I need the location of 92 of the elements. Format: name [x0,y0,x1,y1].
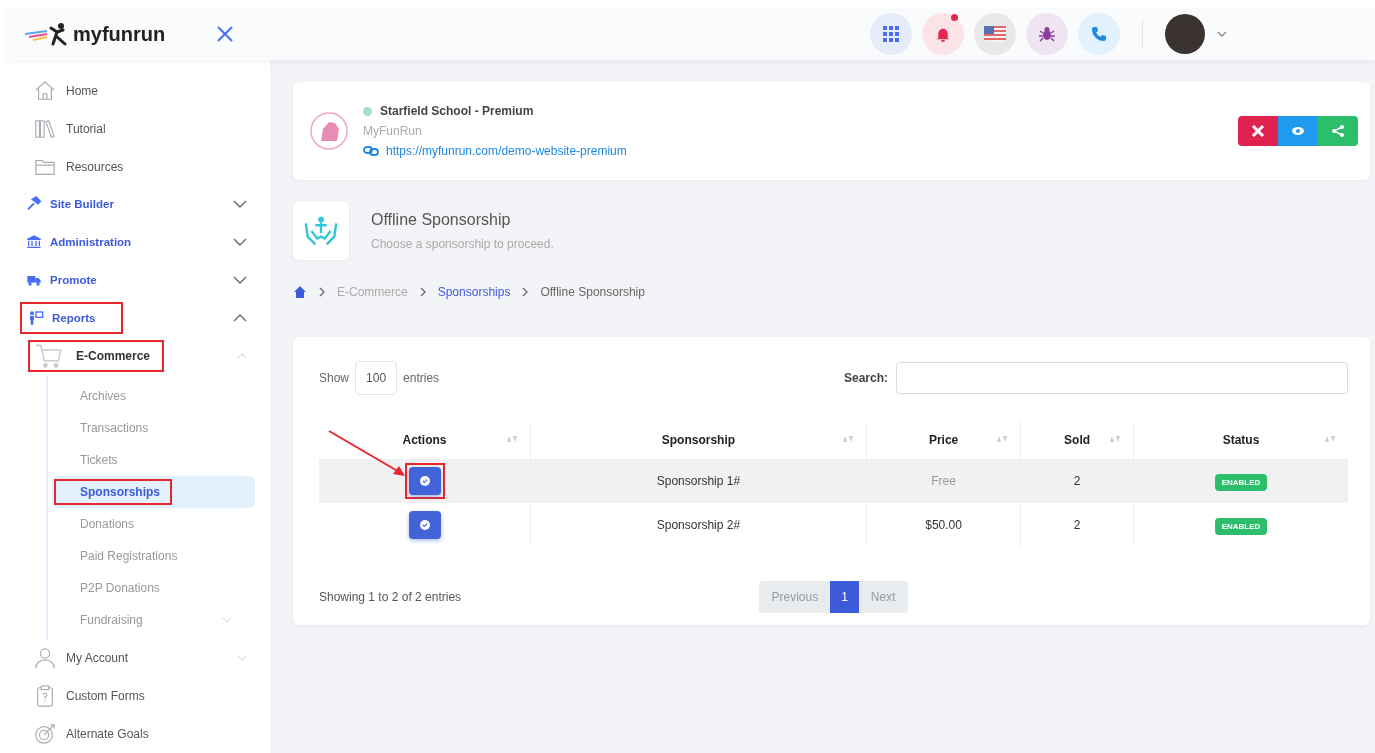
select-button[interactable] [408,511,441,539]
breadcrumb-link[interactable]: Sponsorships [437,285,511,299]
sidebar-subitem[interactable]: Sponsorships [54,478,172,505]
sidebar-item[interactable]: Tutorial [8,109,270,148]
check-circle-icon [419,476,430,486]
chevron-right-icon [419,287,426,297]
chevron-down-icon[interactable] [233,275,247,284]
hammer-icon [26,196,42,213]
eye-icon [1291,124,1305,138]
column-header[interactable]: Actions [319,421,531,459]
sidebar-item[interactable]: Resources [8,147,270,186]
target-icon [34,723,56,746]
website-link[interactable]: https://myfunrun.com/demo-website-premium [386,144,627,158]
page-subtitle: Choose a sponsorship to proceed. [371,237,554,251]
entries-label: entries [403,371,440,385]
table-row[interactable]: Sponsorship 1# Free 2 ENABLED [319,459,1348,503]
table-cell: Free [866,459,1021,503]
profile-menu[interactable] [1165,14,1227,54]
table-row[interactable]: Sponsorship 2# $50.00 2 ENABLED [319,503,1348,547]
sidebar-subitem[interactable]: Paid Registrations [80,548,178,563]
table-cell: $50.00 [866,503,1021,547]
clipboard-icon [34,685,56,708]
avatar [1165,14,1205,54]
apps-button[interactable] [870,13,912,55]
table-cell: 2 [1020,503,1134,547]
chevron-right-icon [522,287,529,297]
phone-button[interactable] [1078,13,1120,55]
breadcrumb-current: Offline Sponsorship [540,285,645,299]
link-icon [363,145,379,157]
sidebar-group-item[interactable]: Administration [8,223,270,262]
sidebar-subitem[interactable]: Tickets [80,452,118,467]
flag-icon [983,26,1007,42]
notifications-button[interactable] [922,13,964,55]
sidebar-subitem[interactable]: P2P Donations [80,580,160,595]
bug-report-button[interactable] [1026,13,1068,55]
person-icon [34,647,56,670]
phone-icon [1091,26,1107,42]
preview-button[interactable] [1278,116,1318,146]
table-cell: 2 [1020,459,1134,503]
sidebar-item[interactable]: Alternate Goals [8,715,270,753]
chevron-up-icon[interactable] [233,313,247,322]
sort-icon [1109,435,1121,443]
table-cell: Sponsorship 2# [530,503,867,547]
sort-icon [506,435,518,443]
tools-button[interactable] [1238,116,1278,146]
page-title: Offline Sponsorship [371,211,512,229]
home-icon [34,79,56,102]
entries-select[interactable]: 100 [355,361,398,395]
sidebar-group-item[interactable]: Reports [8,298,270,337]
chevron-down-icon[interactable] [233,238,247,247]
show-label: Show [319,371,350,385]
sidebar-subitem[interactable]: Archives [80,388,126,403]
presenter-icon [28,309,44,326]
home-icon [293,285,307,299]
chevron-down-icon[interactable] [233,200,247,209]
cart-icon [34,342,64,369]
close-button[interactable] [215,24,236,44]
logo-text: myfunrun [73,22,166,46]
site-subtitle: MyFunRun [363,124,423,138]
sidebar-subitem[interactable]: Fundraising [80,612,143,627]
bug-icon [1039,26,1055,42]
sidebar-item[interactable]: Home [8,72,270,110]
site-title: Starfield School - Premium [380,104,534,118]
check-circle-icon [419,520,430,530]
search-field[interactable] [896,362,1348,394]
sidebar-subitem[interactable]: Transactions [80,420,149,435]
status-badge: ENABLED [1214,474,1268,491]
sidebar-group-item[interactable]: Site Builder [8,185,270,224]
sidebar-item[interactable]: Custom Forms [8,677,270,716]
close-icon [215,24,236,44]
share-icon [1331,124,1345,138]
table-info: Showing 1 to 2 of 2 entries [319,590,463,604]
sidebar-item[interactable]: My Account [8,639,270,678]
sort-icon [1324,435,1336,443]
caret-icon [1217,31,1227,37]
books-icon [34,117,56,140]
table-cell: Sponsorship 1# [530,459,867,503]
apps-grid-icon [883,26,899,42]
sidebar-item[interactable]: E-Commerce [8,336,270,375]
sort-icon [841,435,854,443]
search-label: Search: [843,371,888,385]
breadcrumb-home-link[interactable] [293,285,307,299]
bell-icon [935,26,951,42]
language-button[interactable] [974,13,1016,55]
status-badge: ENABLED [1214,518,1268,535]
share-button[interactable] [1318,116,1358,146]
sidebar-subitem[interactable]: Donations [80,516,135,531]
bank-icon [26,234,42,251]
chevron-right-icon [319,287,325,297]
sort-icon [996,435,1009,443]
page-number-button[interactable]: 1 [830,581,859,613]
sidebar-group-item[interactable]: Promote [8,261,270,299]
